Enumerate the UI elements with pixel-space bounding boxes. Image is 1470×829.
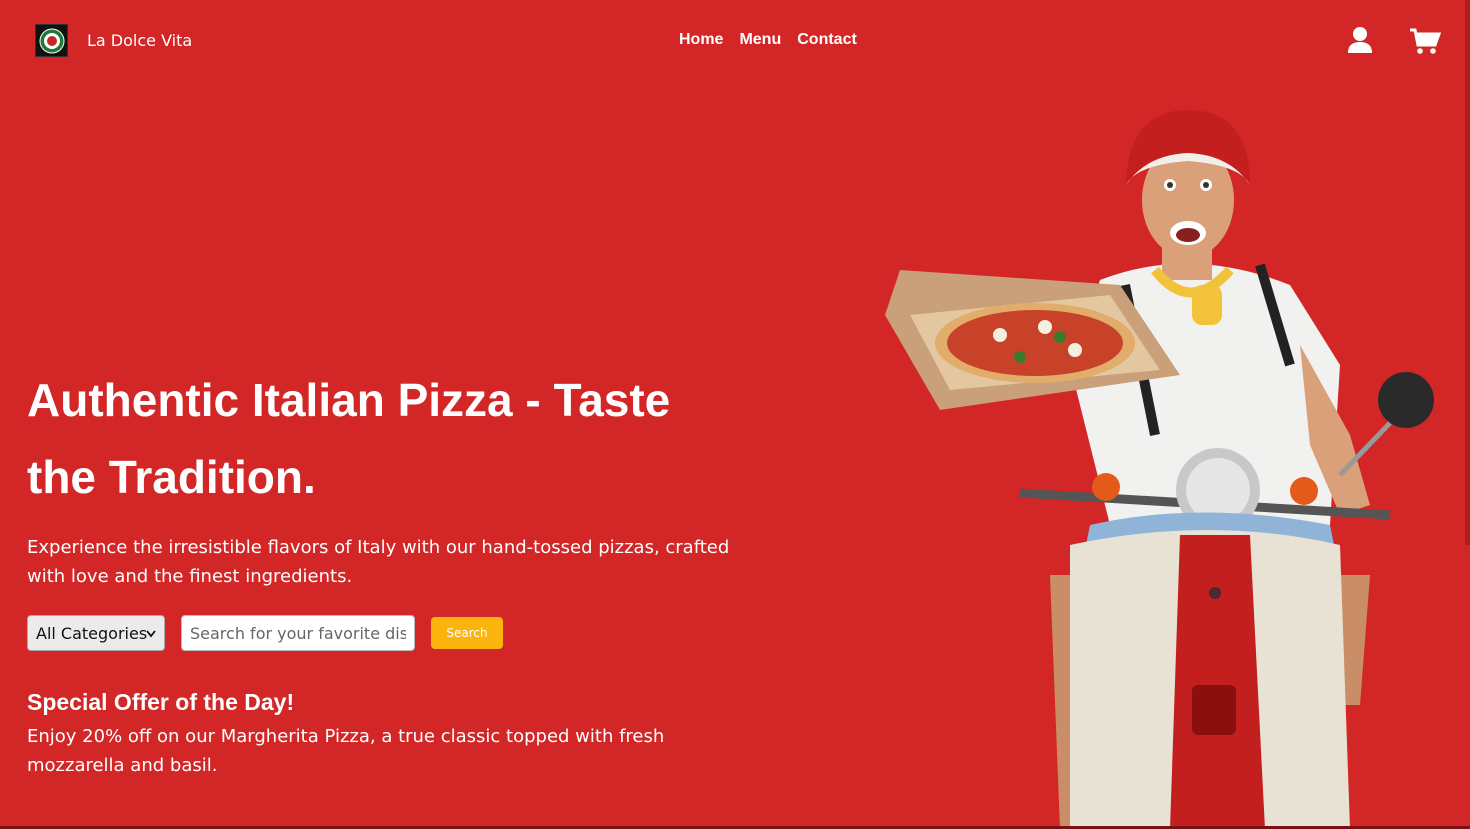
cart-icon	[1410, 28, 1442, 54]
offer-text: Enjoy 20% off on our Margherita Pizza, a…	[27, 726, 665, 776]
search-button[interactable]: Search	[431, 617, 503, 649]
offer-title: Special Offer of the Day!	[27, 689, 295, 715]
account-button[interactable]	[1347, 26, 1373, 54]
nav-menu[interactable]: Menu	[739, 31, 781, 49]
brand-logo[interactable]	[35, 24, 68, 57]
hero-title: Authentic Italian Pizza - Taste the Trad…	[27, 374, 671, 503]
nav-contact[interactable]: Contact	[797, 31, 857, 49]
category-select-value: All Categories	[36, 623, 148, 643]
scrollbar[interactable]	[1465, 0, 1470, 545]
hero-subtitle: Experience the irresistible flavors of I…	[27, 537, 730, 587]
chevron-down-icon	[146, 630, 156, 638]
search-input[interactable]	[181, 615, 415, 651]
delivery-scooter-illustration	[885, 110, 1434, 829]
cart-button[interactable]	[1409, 27, 1442, 55]
nav-home[interactable]: Home	[679, 31, 723, 49]
category-select[interactable]: All Categories	[27, 615, 165, 651]
brand-name[interactable]: La Dolce Vita	[87, 31, 192, 50]
main-nav: Home Menu Contact	[679, 31, 857, 49]
logo-emblem-icon	[39, 28, 64, 53]
hero-image	[870, 105, 1470, 829]
site-header: La Dolce Vita Home Menu Contact	[0, 0, 1470, 82]
user-icon	[1348, 27, 1372, 53]
